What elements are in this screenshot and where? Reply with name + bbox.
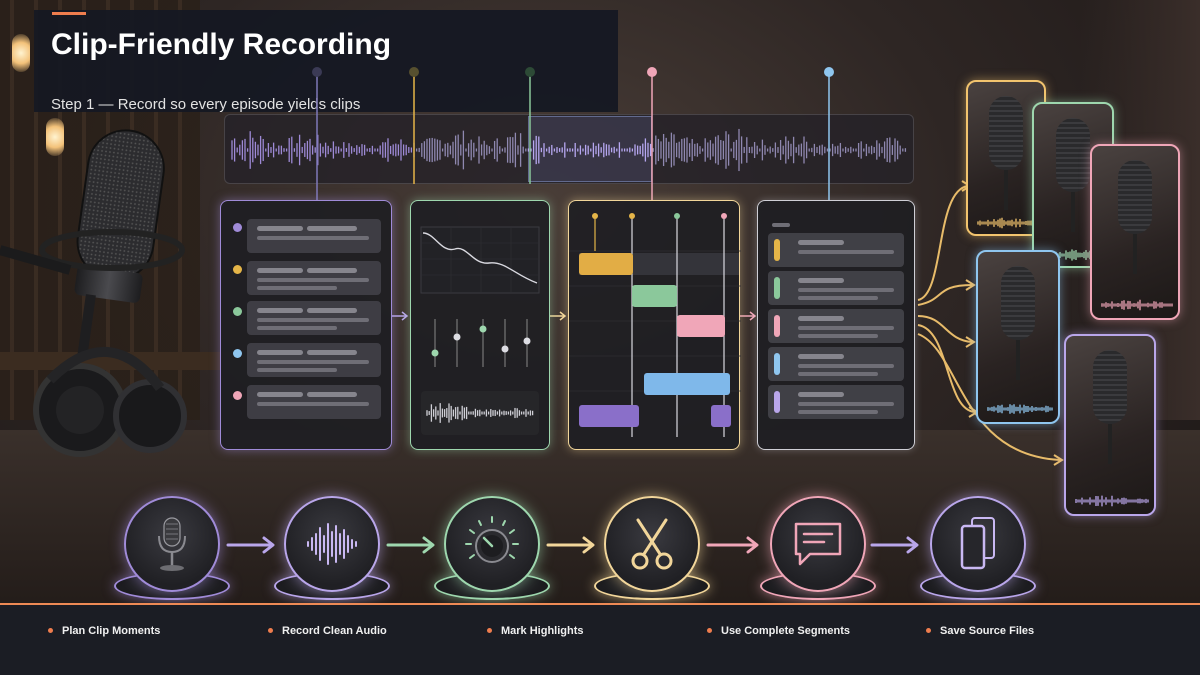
step-label: Save Source Files — [926, 625, 1034, 637]
bullet-dot — [48, 627, 53, 633]
bullet-dot — [487, 627, 492, 633]
step-label-text: Plan Clip Moments — [62, 625, 161, 637]
step-arrows — [226, 536, 919, 554]
step-label-text: Use Complete Segments — [721, 625, 850, 637]
step-label-text: Mark Highlights — [501, 625, 584, 637]
step-label: Mark Highlights — [487, 625, 584, 637]
bottom-bar — [0, 605, 1200, 675]
bullet-dot — [926, 627, 931, 633]
bullet-dot — [268, 627, 273, 633]
bullet-dot — [707, 627, 712, 633]
step-label-text: Record Clean Audio — [282, 625, 387, 637]
step-label-text: Save Source Files — [940, 625, 1035, 637]
step-label: Plan Clip Moments — [48, 625, 160, 637]
step-label: Record Clean Audio — [268, 625, 387, 637]
step-label: Use Complete Segments — [707, 625, 850, 637]
